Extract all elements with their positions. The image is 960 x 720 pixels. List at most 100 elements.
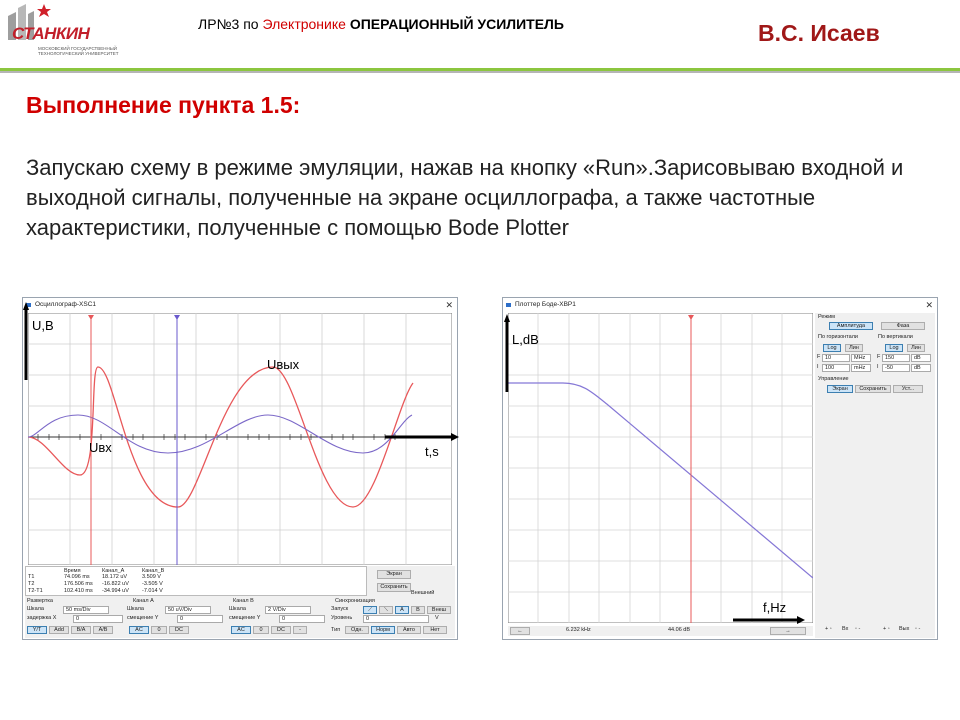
course-title: ЛР№3 по Электронике ОПЕРАЦИОННЫЙ УСИЛИТЕ… bbox=[198, 16, 564, 32]
channel-b-ypos-field[interactable]: 0 bbox=[279, 615, 325, 623]
readout-a: 18.172 uV bbox=[102, 574, 128, 580]
channel-b-dc-button[interactable]: DC bbox=[271, 626, 291, 634]
mode-ba-button[interactable]: B/A bbox=[71, 626, 91, 634]
input-terminals-icon[interactable]: + ◦ bbox=[825, 626, 832, 633]
readout-a: -16.822 uV bbox=[102, 581, 129, 587]
mode-add-button[interactable]: Add bbox=[49, 626, 69, 634]
section-title: Выполнение пункта 1.5: bbox=[26, 92, 301, 118]
vertical-final-unit[interactable]: dB bbox=[911, 354, 931, 362]
bode-annotation-arrows bbox=[504, 314, 805, 624]
timebase-scale-field[interactable]: 50 ms/Div bbox=[63, 606, 109, 614]
cursor-right-arrow-icon[interactable]: → bbox=[770, 627, 806, 635]
bode-save-button[interactable]: Сохранить bbox=[855, 385, 891, 393]
magnitude-mode-button[interactable]: Амплитуда bbox=[829, 322, 873, 330]
bode-settings-button[interactable]: Уст... bbox=[893, 385, 923, 393]
screen-button[interactable]: Экран bbox=[377, 570, 411, 579]
trigger-single-button[interactable]: Одн. bbox=[345, 626, 369, 634]
horizontal-linear-button[interactable]: Лин bbox=[845, 344, 863, 352]
logo-subtext: МОСКОВСКИЙ ГОСУДАРСТВЕННЫЙ ТЕХНОЛОГИЧЕСК… bbox=[38, 46, 119, 56]
vertical-initial-unit[interactable]: dB bbox=[911, 364, 931, 372]
controls-label: Управление bbox=[818, 376, 849, 382]
vertical-final-prefix: F bbox=[877, 354, 881, 360]
channel-a-dc-button[interactable]: DC bbox=[169, 626, 189, 634]
mode-ab-button[interactable]: A/B bbox=[93, 626, 113, 634]
course-subject: Электронике bbox=[262, 16, 346, 32]
channel-b-ypos-label: смещение Y bbox=[229, 615, 261, 621]
output-terminals-minus-icon[interactable]: ◦ - bbox=[915, 626, 920, 633]
horizontal-initial-field[interactable]: 100 bbox=[822, 364, 850, 372]
readout-b: -7.014 V bbox=[142, 588, 163, 594]
channel-a-scale-field[interactable]: 50 uV/Div bbox=[165, 606, 211, 614]
course-topic: ОПЕРАЦИОННЫЙ УСИЛИТЕЛЬ bbox=[345, 16, 564, 32]
trigger-rising-edge-icon[interactable]: ⟋ bbox=[363, 606, 377, 614]
readout-table: Время Канал_А Канал_В T1 74.096 ms 18.17… bbox=[25, 566, 367, 596]
readout-row-name: T2 bbox=[28, 581, 35, 587]
annotation-arrows bbox=[23, 302, 459, 441]
vertical-final-field[interactable]: 150 bbox=[882, 354, 910, 362]
readout-b: -3.505 V bbox=[142, 581, 163, 587]
vertical-initial-prefix: I bbox=[877, 364, 879, 370]
phase-mode-button[interactable]: Фаза bbox=[881, 322, 925, 330]
input-terminals-minus-icon[interactable]: ◦ - bbox=[855, 626, 860, 633]
channel-a-zero-button[interactable]: 0 bbox=[151, 626, 167, 634]
timebase-xpos-label: задержка X bbox=[27, 615, 57, 621]
course-prefix: ЛР№3 по bbox=[198, 16, 263, 32]
channel-a-scale-label: Шкала bbox=[127, 606, 144, 612]
bode-status-bar: ← 6.232 kHz 44.06 dB → bbox=[508, 626, 813, 636]
oscilloscope-window: Осциллограф-XSC1 ✕ U,B t,s Uвых Uвх Врем… bbox=[22, 297, 459, 640]
trigger-source-b-button[interactable]: B bbox=[411, 606, 425, 614]
trigger-title: Синхронизация bbox=[335, 598, 375, 604]
input-terminals-label: Вх bbox=[842, 626, 849, 632]
readout-time: 74.096 ms bbox=[64, 574, 90, 580]
oscilloscope-controls: Время Канал_А Канал_В T1 74.096 ms 18.17… bbox=[25, 566, 455, 638]
channel-b-scale-field[interactable]: 2 V/Div bbox=[265, 606, 311, 614]
channel-a-title: Канал А bbox=[133, 598, 154, 604]
channel-a-ypos-label: смещение Y bbox=[127, 615, 159, 621]
bode-annotation-x-axis: f,Hz bbox=[763, 600, 787, 615]
close-icon[interactable]: ✕ bbox=[925, 298, 933, 312]
reverse-screen-button[interactable]: Экран bbox=[827, 385, 853, 393]
horizontal-initial-prefix: I bbox=[817, 364, 819, 370]
channel-a-ypos-field[interactable]: 0 bbox=[177, 615, 223, 623]
output-terminals-label: Вых bbox=[899, 626, 910, 632]
mode-yt-button[interactable]: Y/T bbox=[27, 626, 47, 634]
vertical-initial-field[interactable]: -50 bbox=[882, 364, 910, 372]
horizontal-log-button[interactable]: Log bbox=[823, 344, 841, 352]
timebase-xpos-field[interactable]: 0 bbox=[73, 615, 123, 623]
bode-status-frequency: 6.232 kHz bbox=[566, 627, 591, 633]
readout-time: 102.410 ms bbox=[64, 588, 93, 594]
author-name: В.С. Исаев bbox=[758, 20, 880, 46]
bode-annotation-y-axis: L,dB bbox=[512, 332, 539, 347]
external-trigger-label: Внешний bbox=[411, 590, 435, 596]
channel-a-ac-button[interactable]: AC bbox=[129, 626, 149, 634]
vertical-linear-button[interactable]: Лин bbox=[907, 344, 925, 352]
save-button[interactable]: Сохранить bbox=[377, 583, 411, 592]
horizontal-final-unit[interactable]: MHz bbox=[851, 354, 871, 362]
channel-b-invert-button[interactable]: - bbox=[293, 626, 307, 634]
channel-b-zero-button[interactable]: 0 bbox=[253, 626, 269, 634]
trigger-type-label: Тип bbox=[331, 627, 341, 633]
bode-status-gain: 44.06 dB bbox=[668, 627, 691, 633]
trigger-source-ext-button[interactable]: Внеш bbox=[427, 606, 451, 614]
vertical-log-button[interactable]: Log bbox=[885, 344, 903, 352]
mode-label: Режим bbox=[818, 314, 835, 320]
body-paragraph: Запускаю схему в режиме эмуляции, нажав … bbox=[26, 155, 904, 240]
trigger-falling-edge-icon[interactable]: ⟍ bbox=[379, 606, 393, 614]
trigger-none-button[interactable]: Нет bbox=[423, 626, 447, 634]
header-divider-shadow bbox=[0, 71, 960, 73]
horizontal-final-field[interactable]: 10 bbox=[822, 354, 850, 362]
cursor-left-arrow-icon[interactable]: ← bbox=[510, 627, 530, 635]
horizontal-initial-unit[interactable]: mHz bbox=[851, 364, 871, 372]
timebase-scale-label: Шкала bbox=[27, 606, 44, 612]
trigger-level-field[interactable]: 0 bbox=[363, 615, 429, 623]
trigger-source-a-button[interactable]: A bbox=[395, 606, 409, 614]
bode-plotter-window: Плоттер Боде-XBP1 ✕ L,dB f,Hz ← 6.232 kH… bbox=[502, 297, 938, 640]
channel-b-title: Канал B bbox=[233, 598, 254, 604]
channel-b-ac-button[interactable]: AC bbox=[231, 626, 251, 634]
output-terminals-icon[interactable]: + ◦ bbox=[883, 626, 890, 633]
readout-row-name: T1 bbox=[28, 574, 35, 580]
label-input-signal: Uвх bbox=[89, 440, 112, 455]
trigger-auto-button[interactable]: Авто bbox=[397, 626, 421, 634]
trigger-normal-button[interactable]: Норм bbox=[371, 626, 395, 634]
vertical-label: По вертикали bbox=[878, 334, 913, 340]
